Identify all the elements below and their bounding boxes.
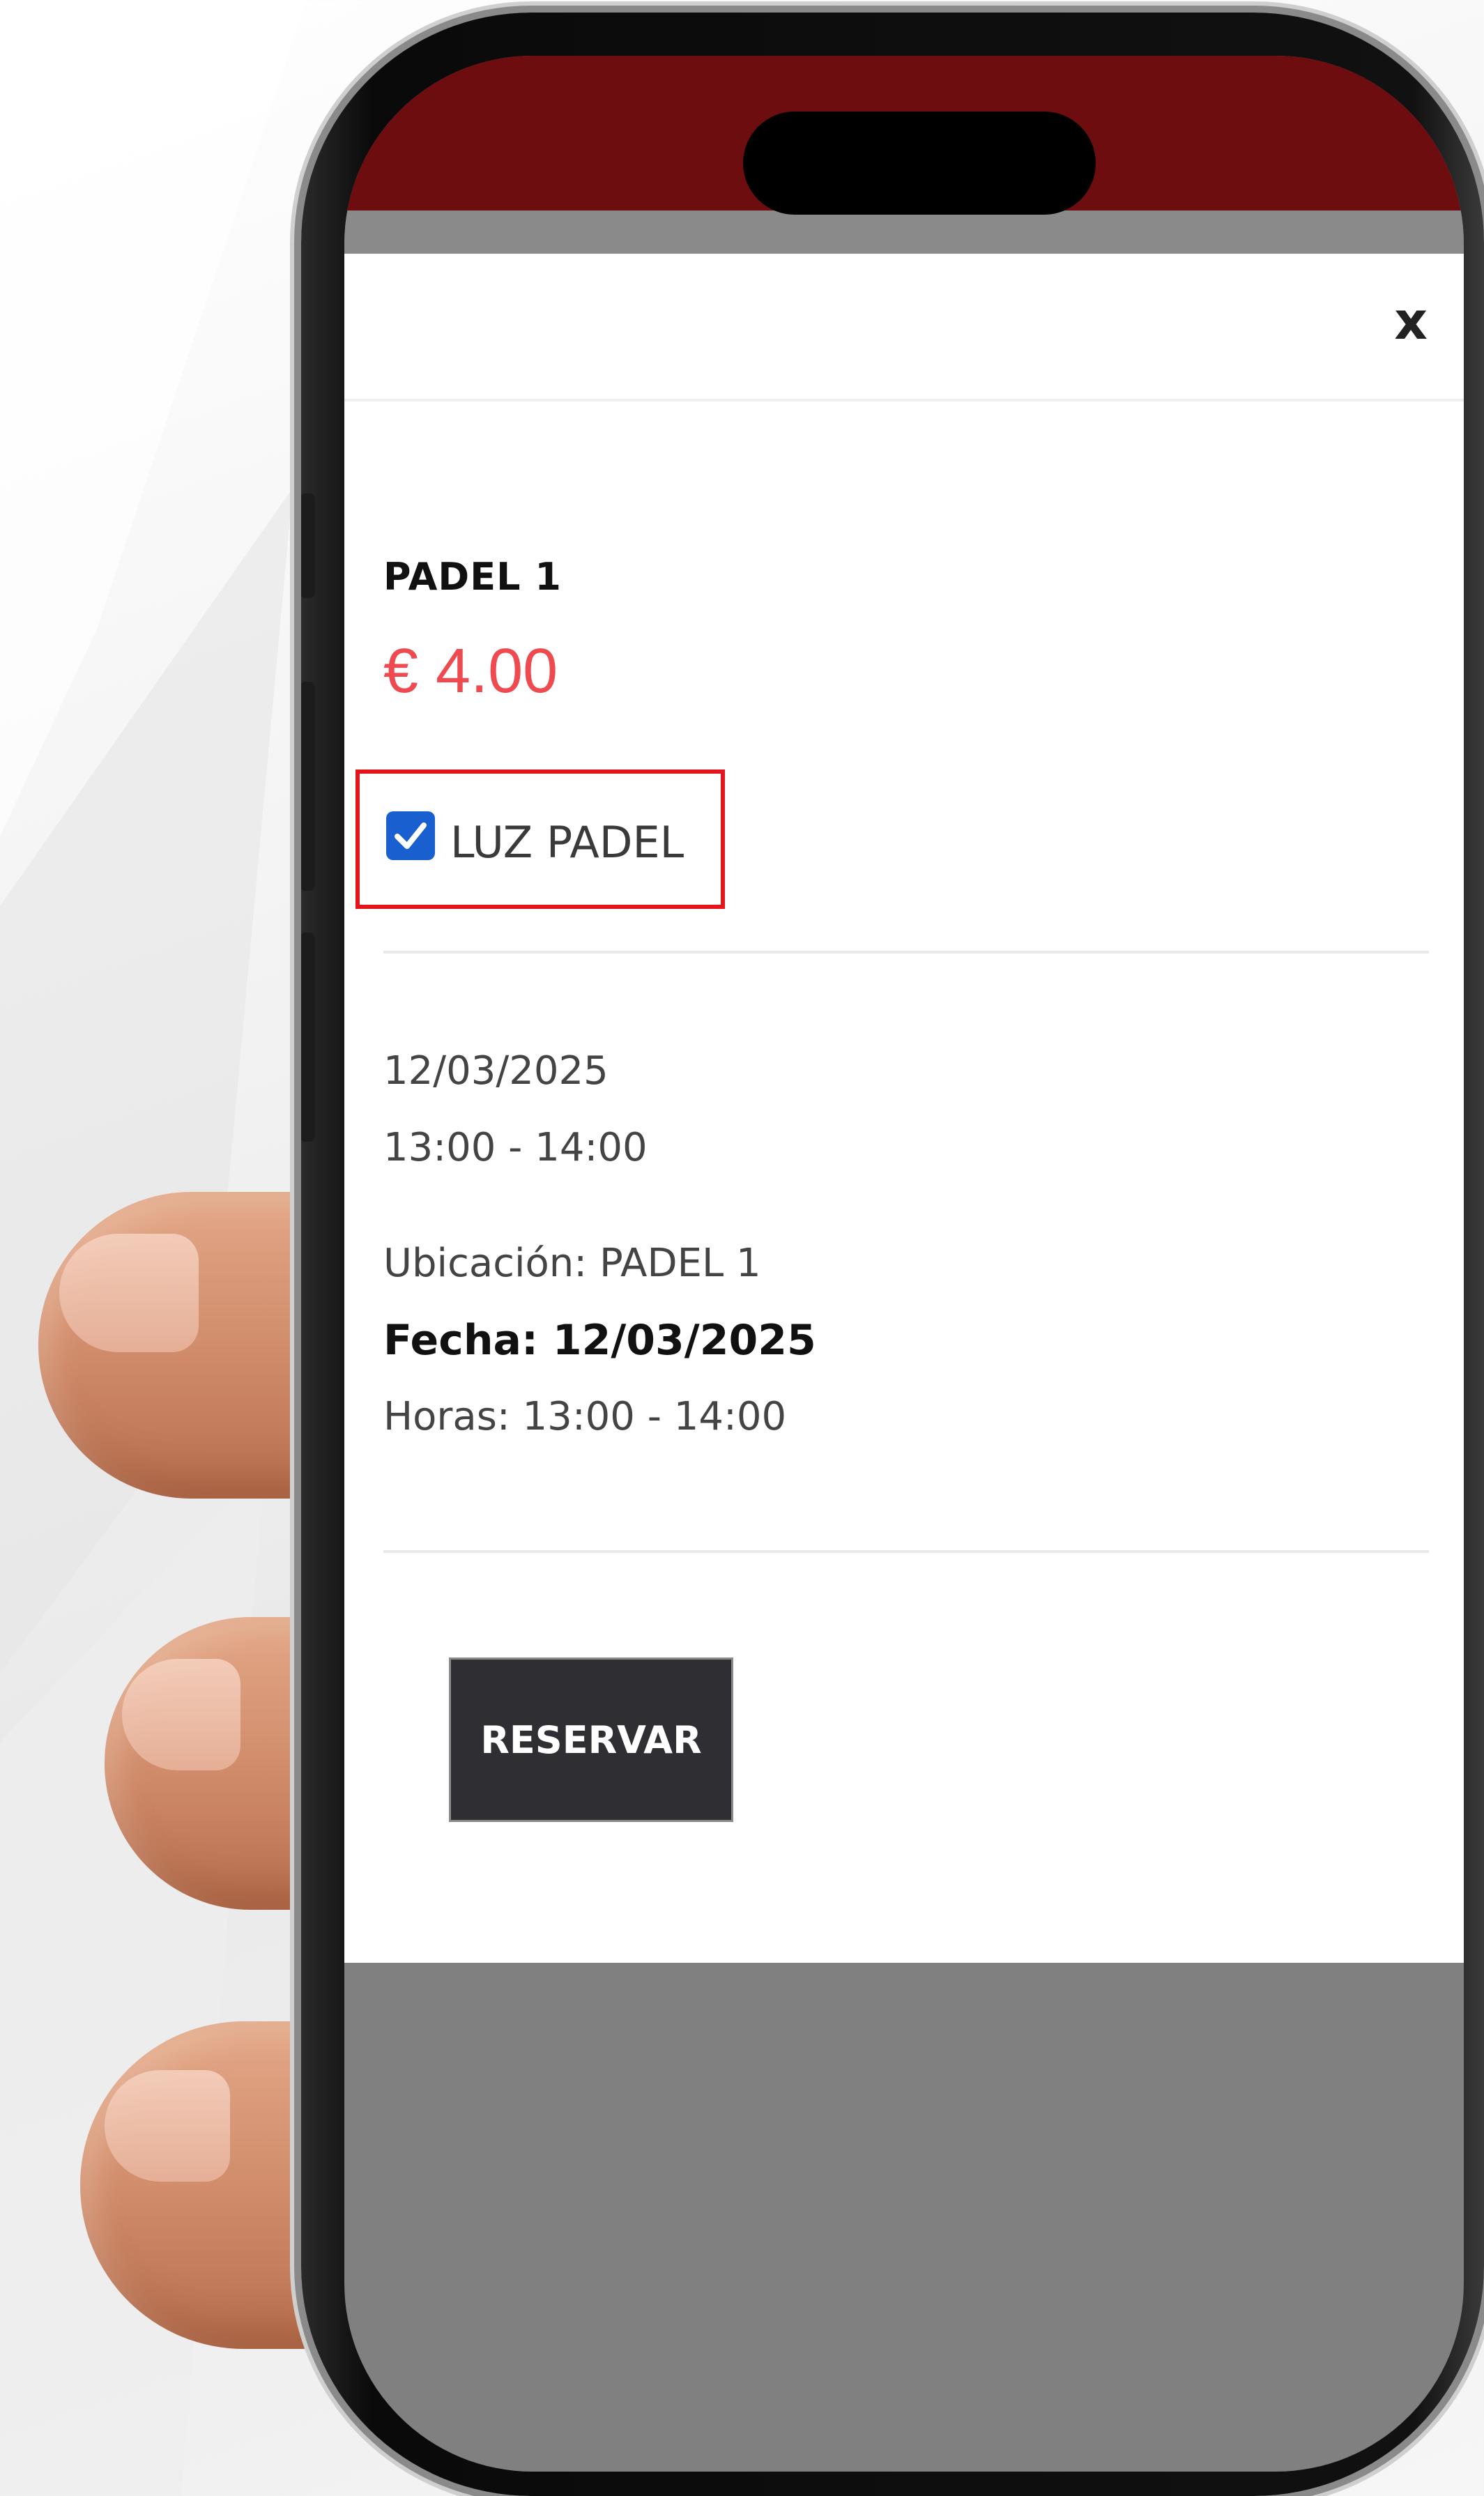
date-detail: Fecha: 12/03/2025 xyxy=(383,1316,816,1365)
phone-screen: x PADEL 1 € 4.00 LUZ PADEL 12/03/2025 13… xyxy=(344,56,1464,2472)
hours-detail: Horas: 13:00 - 14:00 xyxy=(383,1394,787,1439)
mute-switch xyxy=(301,493,315,598)
modal-header: x xyxy=(344,254,1464,401)
dynamic-island xyxy=(743,112,1096,215)
overlay-strip xyxy=(344,210,1464,254)
phone-frame: x PADEL 1 € 4.00 LUZ PADEL 12/03/2025 13… xyxy=(301,13,1484,2496)
location-text: Ubicación: PADEL 1 xyxy=(383,1241,761,1286)
checkmark-icon xyxy=(395,822,427,849)
item-price: € 4.00 xyxy=(383,636,558,706)
reserve-button[interactable]: RESERVAR xyxy=(449,1657,733,1822)
volume-up-button xyxy=(301,682,315,891)
option-highlight: LUZ PADEL xyxy=(355,770,725,909)
item-title: PADEL 1 xyxy=(383,555,562,599)
close-button[interactable]: x xyxy=(1394,291,1428,351)
luz-padel-checkbox[interactable] xyxy=(386,811,435,860)
luz-padel-label[interactable]: LUZ PADEL xyxy=(450,817,684,868)
volume-down-button xyxy=(301,933,315,1142)
booking-modal: x PADEL 1 € 4.00 LUZ PADEL 12/03/2025 13… xyxy=(344,254,1464,1963)
booking-date: 12/03/2025 xyxy=(383,1048,609,1094)
booking-time: 13:00 - 14:00 xyxy=(383,1125,648,1170)
divider-bottom xyxy=(383,1550,1429,1553)
divider-top xyxy=(383,951,1429,954)
